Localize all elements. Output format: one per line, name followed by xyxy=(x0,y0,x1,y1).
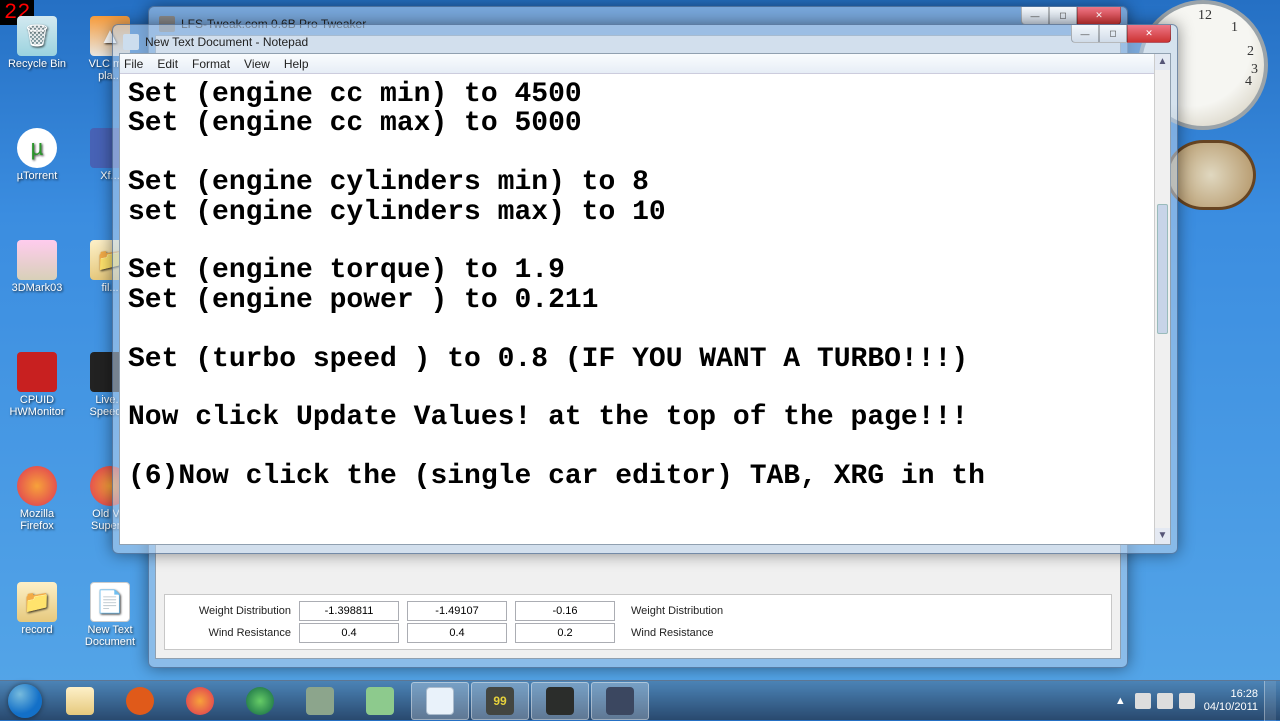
tray-date: 04/10/2011 xyxy=(1204,701,1258,714)
minimize-button[interactable]: — xyxy=(1021,7,1049,25)
notepad-textarea[interactable]: Set (engine cc min) to 4500 Set (engine … xyxy=(120,74,1170,544)
icon-label: record xyxy=(5,624,69,636)
tray-network-icon[interactable] xyxy=(1157,693,1173,709)
desktop-icon-3dmark[interactable]: 3DMark03 xyxy=(5,240,69,294)
close-button[interactable]: ✕ xyxy=(1127,25,1171,43)
icon-label: Recycle Bin xyxy=(5,58,69,70)
icon-label: 3DMark03 xyxy=(5,282,69,294)
taskbar-devices[interactable] xyxy=(291,682,349,720)
scroll-down-arrow[interactable]: ▼ xyxy=(1155,528,1170,544)
wind-res-input-1[interactable] xyxy=(299,623,399,643)
tray-show-hidden-icon[interactable]: ▲ xyxy=(1115,695,1126,707)
system-tray: ▲ 16:28 04/10/2011 xyxy=(1115,681,1280,721)
notepad-window-title: New Text Document - Notepad xyxy=(145,35,308,49)
weight-dist-input-3[interactable] xyxy=(515,601,615,621)
menubar: File Edit Format View Help xyxy=(120,54,1170,74)
wind-res-input-2[interactable] xyxy=(407,623,507,643)
table-row: Wind Resistance Wind Resistance xyxy=(169,623,1107,643)
scrollbar-vertical[interactable]: ▲ ▼ xyxy=(1154,54,1170,544)
menu-view[interactable]: View xyxy=(244,57,270,71)
taskbar: 99 ▲ 16:28 04/10/2011 xyxy=(0,680,1280,720)
taskbar-globe[interactable] xyxy=(231,682,289,720)
taskbar-notepad[interactable] xyxy=(411,682,469,720)
scroll-up-arrow[interactable]: ▲ xyxy=(1155,54,1170,70)
desktop-icon-utorrent[interactable]: µµTorrent xyxy=(5,128,69,182)
desktop-icon-firefox[interactable]: Mozilla Firefox xyxy=(5,466,69,532)
icon-label: Mozilla Firefox xyxy=(5,508,69,532)
weight-dist-input-1[interactable] xyxy=(299,601,399,621)
row-label: Wind Resistance xyxy=(623,627,753,639)
taskbar-explorer[interactable] xyxy=(51,682,109,720)
wind-res-input-3[interactable] xyxy=(515,623,615,643)
notepad-window-icon xyxy=(123,34,139,50)
maximize-button[interactable]: ◻ xyxy=(1099,25,1127,43)
show-desktop-button[interactable] xyxy=(1264,681,1276,721)
taskbar-lfs-tweak[interactable]: 99 xyxy=(471,682,529,720)
taskbar-media-player[interactable] xyxy=(111,682,169,720)
row-label: Weight Distribution xyxy=(169,605,299,617)
gauge-gadget[interactable] xyxy=(1166,140,1256,210)
row-label: Wind Resistance xyxy=(169,627,299,639)
desktop-icon-new-text[interactable]: 📄New Text Document xyxy=(78,582,142,648)
tray-volume-icon[interactable] xyxy=(1179,693,1195,709)
taskbar-firefox[interactable] xyxy=(171,682,229,720)
weight-dist-input-2[interactable] xyxy=(407,601,507,621)
menu-edit[interactable]: Edit xyxy=(157,57,178,71)
menu-format[interactable]: Format xyxy=(192,57,230,71)
menu-file[interactable]: File xyxy=(124,57,143,71)
desktop-icon-recycle-bin[interactable]: 🗑Recycle Bin xyxy=(5,16,69,70)
taskbar-app-2[interactable] xyxy=(591,682,649,720)
icon-label: CPUID HWMonitor xyxy=(5,394,69,418)
scroll-thumb[interactable] xyxy=(1157,204,1168,334)
close-button[interactable]: ✕ xyxy=(1077,7,1121,25)
icon-label: µTorrent xyxy=(5,170,69,182)
menu-help[interactable]: Help xyxy=(284,57,309,71)
maximize-button[interactable]: ◻ xyxy=(1049,7,1077,25)
start-button[interactable] xyxy=(0,682,50,720)
notepad-window[interactable]: New Text Document - Notepad — ◻ ✕ File E… xyxy=(112,24,1178,554)
taskbar-app-1[interactable] xyxy=(531,682,589,720)
desktop-icon-cpuid[interactable]: CPUID HWMonitor xyxy=(5,352,69,418)
minimize-button[interactable]: — xyxy=(1071,25,1099,43)
table-row: Weight Distribution Weight Distribution xyxy=(169,601,1107,621)
taskbar-processes[interactable] xyxy=(351,682,409,720)
icon-label: New Text Document xyxy=(78,624,142,648)
desktop-icon-record[interactable]: 📁record xyxy=(5,582,69,636)
row-label: Weight Distribution xyxy=(623,605,753,617)
tray-time: 16:28 xyxy=(1204,688,1258,701)
tray-flag-icon[interactable] xyxy=(1135,693,1151,709)
tray-clock[interactable]: 16:28 04/10/2011 xyxy=(1204,688,1258,714)
